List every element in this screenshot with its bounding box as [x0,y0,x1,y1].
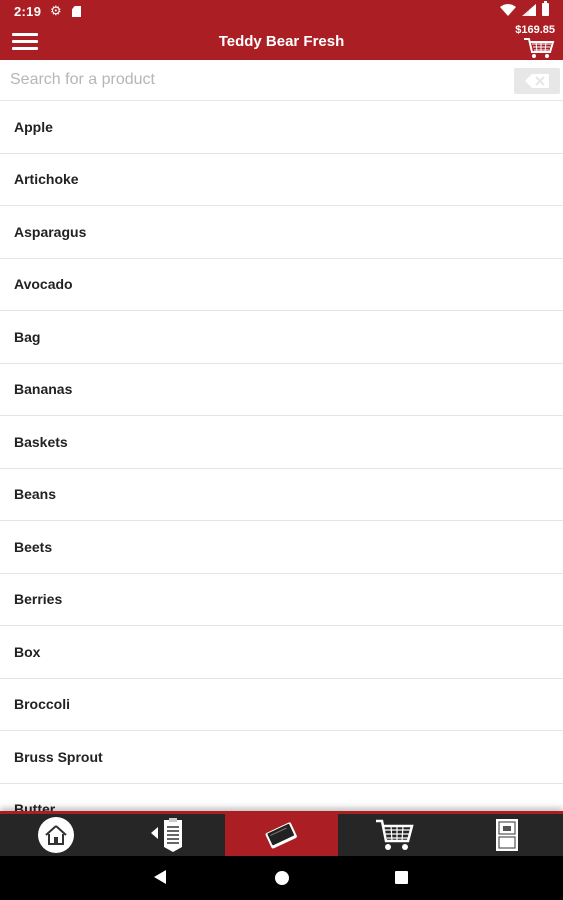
sd-card-icon [72,6,81,17]
search-input[interactable] [2,63,510,97]
system-nav-bar [0,856,563,900]
list-item[interactable]: Avocado [0,259,563,311]
account-door-icon [495,819,518,851]
backspace-clear-icon[interactable] [514,68,560,94]
catalog-book-icon [266,822,298,849]
backspace-icon [525,74,549,88]
gear-icon: ⚙ [50,3,62,18]
order-list-icon [150,818,182,852]
app-screen: 2:19 ⚙ Teddy Bear Fresh $169.85 Apple [0,0,563,900]
tab-home[interactable] [0,814,113,856]
list-item[interactable]: Box [0,626,563,679]
list-item[interactable]: Beans [0,469,563,521]
list-item[interactable]: Bruss Sprout [0,731,563,784]
list-item[interactable]: Asparagus [0,206,563,259]
home-circle-icon[interactable] [275,871,289,885]
list-item[interactable]: Baskets [0,416,563,469]
list-item[interactable]: Bag [0,311,563,364]
tab-orders[interactable] [113,814,226,856]
shopping-cart-icon[interactable] [523,37,555,59]
page-title: Teddy Bear Fresh [218,33,345,50]
product-list: Apple Artichoke Asparagus Avocado Bag Ba… [0,101,563,813]
list-item[interactable]: Butter [0,784,563,813]
list-item[interactable]: Berries [0,574,563,626]
tab-cart[interactable] [338,814,451,856]
status-icons [500,1,549,16]
list-item[interactable]: Broccoli [0,679,563,731]
wifi-icon [500,3,516,16]
home-icon [38,817,75,853]
battery-icon [542,1,549,16]
status-time: 2:19 [14,4,42,19]
recent-apps-icon[interactable] [395,871,408,884]
list-item[interactable]: Beets [0,521,563,574]
search-bar [0,60,563,101]
signal-icon [522,3,536,16]
cart-total: $169.85 [515,24,555,36]
tab-catalog[interactable] [225,814,338,856]
tab-account[interactable] [450,814,563,856]
list-item[interactable]: Apple [0,101,563,154]
cart-icon [376,819,414,850]
back-icon[interactable] [154,870,166,884]
list-item[interactable]: Bananas [0,364,563,416]
app-header: 2:19 ⚙ Teddy Bear Fresh $169.85 [0,0,563,60]
bottom-tab-bar [0,811,563,856]
list-item[interactable]: Artichoke [0,154,563,206]
